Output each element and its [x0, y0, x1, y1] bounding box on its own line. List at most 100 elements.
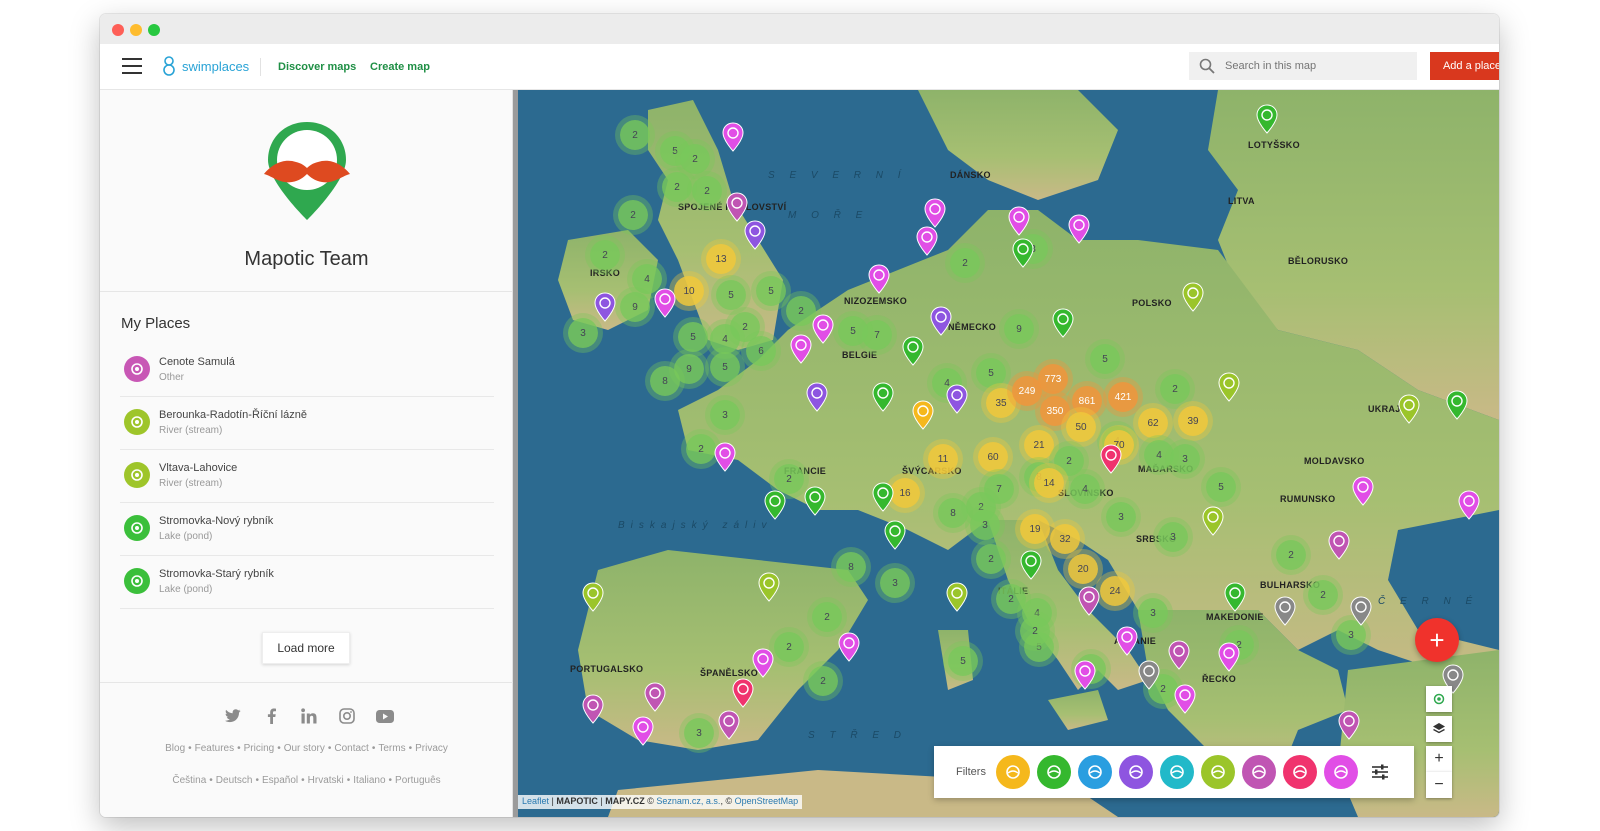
marker-cluster[interactable]: 2 [808, 666, 838, 696]
place-marker-pin[interactable] [726, 192, 748, 222]
place-marker-pin[interactable] [1224, 582, 1246, 612]
footer-link[interactable]: Terms [378, 743, 405, 754]
marker-cluster[interactable]: 3 [1158, 522, 1188, 552]
marker-cluster[interactable]: 5 [710, 352, 740, 382]
marker-cluster[interactable]: 24 [1100, 576, 1130, 606]
place-marker-pin[interactable] [714, 442, 736, 472]
place-marker-pin[interactable] [884, 520, 906, 550]
marker-cluster[interactable]: 2 [680, 144, 710, 174]
place-marker-pin[interactable] [1182, 282, 1204, 312]
marker-cluster[interactable]: 11 [928, 444, 958, 474]
footer-link[interactable]: Our story [284, 743, 325, 754]
marker-cluster[interactable]: 8 [938, 498, 968, 528]
marker-cluster[interactable]: 13 [706, 244, 736, 274]
filter-river-icon[interactable] [1201, 755, 1235, 789]
instagram-icon[interactable] [338, 707, 356, 725]
marker-cluster[interactable]: 32 [1050, 524, 1080, 554]
marker-cluster[interactable]: 2 [950, 248, 980, 278]
place-marker-pin[interactable] [1138, 660, 1160, 690]
place-marker-pin[interactable] [582, 582, 604, 612]
maximize-window-button[interactable] [148, 24, 160, 36]
place-marker-pin[interactable] [594, 292, 616, 322]
marker-cluster[interactable]: 421 [1108, 382, 1138, 412]
leaflet-link[interactable]: Leaflet [522, 796, 549, 806]
language-link[interactable]: Hrvatski [308, 775, 344, 786]
locate-me-button[interactable] [1426, 686, 1452, 712]
marker-cluster[interactable]: 2 [620, 120, 650, 150]
marker-cluster[interactable]: 2 [1160, 374, 1190, 404]
place-item[interactable]: Berounka-Radotín-Říční lázně River (strea… [120, 397, 494, 450]
marker-cluster[interactable]: 5 [678, 322, 708, 352]
marker-cluster[interactable]: 50 [1066, 412, 1096, 442]
youtube-icon[interactable] [376, 707, 394, 725]
place-marker-pin[interactable] [1068, 214, 1090, 244]
marker-cluster[interactable]: 8 [650, 366, 680, 396]
search-box[interactable] [1189, 52, 1417, 80]
place-marker-pin[interactable] [722, 122, 744, 152]
marker-cluster[interactable]: 2 [686, 434, 716, 464]
marker-cluster[interactable]: 6 [746, 336, 776, 366]
place-marker-pin[interactable] [812, 314, 834, 344]
marker-cluster[interactable]: 5 [976, 358, 1006, 388]
place-marker-pin[interactable] [582, 694, 604, 724]
marker-cluster[interactable]: 3 [1106, 502, 1136, 532]
language-link[interactable]: Deutsch [216, 775, 253, 786]
create-map-link[interactable]: Create map [370, 61, 430, 73]
menu-icon[interactable] [122, 58, 142, 74]
place-marker-pin[interactable] [912, 400, 934, 430]
place-marker-pin[interactable] [764, 490, 786, 520]
filter-lake-icon[interactable] [1037, 755, 1071, 789]
marker-cluster[interactable]: 5 [1090, 344, 1120, 374]
marker-cluster[interactable]: 2 [692, 176, 722, 206]
place-marker-pin[interactable] [644, 682, 666, 712]
footer-link[interactable]: Features [195, 743, 234, 754]
place-marker-pin[interactable] [1052, 308, 1074, 338]
marker-cluster[interactable]: 773 [1038, 364, 1068, 394]
marker-cluster[interactable]: 2 [812, 602, 842, 632]
marker-cluster[interactable]: 4 [710, 324, 740, 354]
marker-cluster[interactable]: 10 [674, 276, 704, 306]
place-marker-pin[interactable] [924, 198, 946, 228]
place-marker-pin[interactable] [632, 716, 654, 746]
place-marker-pin[interactable] [1218, 642, 1240, 672]
filter-sea-icon[interactable] [1078, 755, 1112, 789]
language-link[interactable]: Español [262, 775, 298, 786]
place-marker-pin[interactable] [752, 648, 774, 678]
place-marker-pin[interactable] [868, 264, 890, 294]
discover-maps-link[interactable]: Discover maps [278, 61, 356, 73]
marker-cluster[interactable]: 3 [970, 510, 1000, 540]
place-marker-pin[interactable] [1116, 626, 1138, 656]
place-marker-pin[interactable] [1350, 596, 1372, 626]
filter-thermal-icon[interactable] [1283, 755, 1317, 789]
place-marker-pin[interactable] [732, 678, 754, 708]
place-marker-pin[interactable] [1078, 586, 1100, 616]
filter-natural-pool-icon[interactable] [1324, 755, 1358, 789]
facebook-icon[interactable] [262, 707, 280, 725]
place-marker-pin[interactable] [758, 572, 780, 602]
language-link[interactable]: Português [395, 775, 441, 786]
filter-other-icon[interactable] [1242, 755, 1276, 789]
place-marker-pin[interactable] [1338, 710, 1360, 740]
marker-cluster[interactable]: 62 [1138, 408, 1168, 438]
place-marker-pin[interactable] [1352, 476, 1374, 506]
filter-indoor-pool-icon[interactable] [1160, 755, 1194, 789]
marker-cluster[interactable]: 2 [618, 200, 648, 230]
place-marker-pin[interactable] [1012, 238, 1034, 268]
language-link[interactable]: Čeština [172, 775, 206, 786]
marker-cluster[interactable]: 20 [1068, 554, 1098, 584]
place-marker-pin[interactable] [1458, 490, 1480, 520]
marker-cluster[interactable]: 3 [1138, 598, 1168, 628]
logo[interactable]: swimplaces [160, 55, 249, 77]
marker-cluster[interactable]: 2 [774, 632, 804, 662]
place-marker-pin[interactable] [790, 334, 812, 364]
filter-settings-icon[interactable] [1370, 762, 1390, 782]
place-marker-pin[interactable] [902, 336, 924, 366]
place-marker-pin[interactable] [1020, 550, 1042, 580]
marker-cluster[interactable]: 3 [880, 568, 910, 598]
place-marker-pin[interactable] [838, 632, 860, 662]
place-marker-pin[interactable] [916, 226, 938, 256]
place-marker-pin[interactable] [1168, 640, 1190, 670]
place-marker-pin[interactable] [654, 288, 676, 318]
place-marker-pin[interactable] [1202, 506, 1224, 536]
layers-button[interactable] [1426, 716, 1452, 742]
